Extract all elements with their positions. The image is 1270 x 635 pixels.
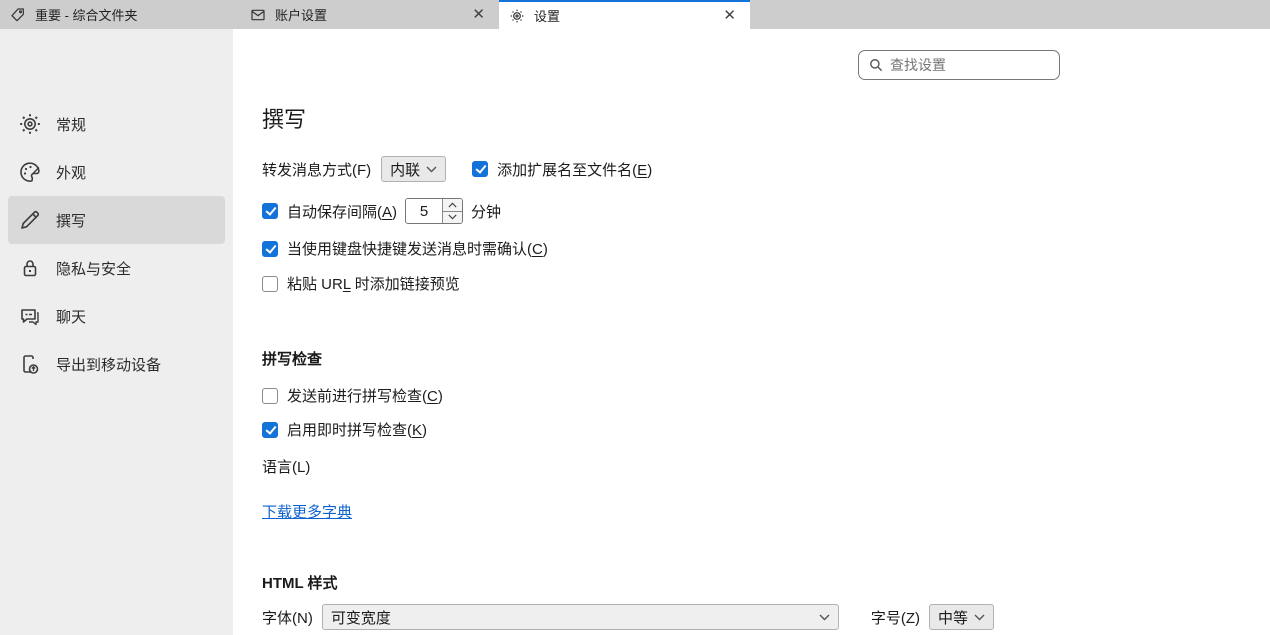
attach-extension-label: 添加扩展名至文件名(E) [497, 159, 652, 180]
sidebar-item-export-mobile[interactable]: 导出到移动设备 [8, 340, 225, 388]
font-select-value: 可变宽度 [331, 607, 391, 628]
gear-icon [18, 112, 42, 136]
forward-mode-label: 转发消息方式(F) [262, 159, 371, 180]
spellcheck-before-send-checkbox[interactable]: 发送前进行拼写检查(C) [262, 385, 443, 406]
autosave-checkbox[interactable]: 自动保存间隔(A) [262, 201, 397, 222]
sidebar-item-chat[interactable]: 聊天 [8, 292, 225, 340]
palette-icon [18, 160, 42, 184]
gear-icon [509, 8, 525, 24]
chevron-down-icon [974, 614, 985, 621]
spin-up-button[interactable] [443, 199, 462, 212]
sidebar-item-label: 导出到移动设备 [56, 354, 161, 375]
page-title: 撰写 [262, 105, 1270, 135]
phone-export-icon [18, 352, 42, 376]
checkbox-unchecked[interactable] [262, 276, 278, 292]
sidebar-item-label: 聊天 [56, 306, 86, 327]
autosave-label: 自动保存间隔(A) [287, 201, 397, 222]
tab-folder[interactable]: 重要 - 综合文件夹 [0, 0, 240, 29]
pencil-icon [18, 208, 42, 232]
spellcheck-section-title: 拼写检查 [262, 348, 1270, 369]
sidebar-item-appearance[interactable]: 外观 [8, 148, 225, 196]
language-label: 语言(L) [262, 456, 310, 477]
font-select[interactable]: 可变宽度 [322, 604, 839, 630]
tab-bar: 重要 - 综合文件夹 账户设置 ✕ 设置 ✕ [0, 0, 1270, 29]
attach-extension-checkbox[interactable]: 添加扩展名至文件名(E) [472, 159, 652, 180]
autosave-interval-stepper[interactable] [405, 198, 463, 224]
sidebar-item-general[interactable]: 常规 [8, 100, 225, 148]
checkbox-unchecked[interactable] [262, 388, 278, 404]
chevron-down-icon [819, 614, 830, 621]
sidebar-item-label: 常规 [56, 114, 86, 135]
sidebar-item-composition[interactable]: 撰写 [8, 196, 225, 244]
search-icon [869, 58, 883, 72]
chevron-down-icon [448, 214, 457, 220]
sidebar-item-label: 隐私与安全 [56, 258, 131, 279]
close-icon[interactable]: ✕ [468, 7, 489, 22]
settings-search[interactable] [858, 50, 1060, 80]
inline-spellcheck-label: 启用即时拼写检查(K) [287, 419, 427, 440]
tab-account-settings[interactable]: 账户设置 ✕ [240, 0, 499, 29]
inline-spellcheck-checkbox[interactable]: 启用即时拼写检查(K) [262, 419, 427, 440]
autosave-interval-input[interactable] [406, 199, 442, 223]
checkbox-checked[interactable] [262, 422, 278, 438]
tag-icon [10, 7, 26, 23]
spin-down-button[interactable] [443, 212, 462, 224]
confirm-shortcut-checkbox[interactable]: 当使用键盘快捷键发送消息时需确认(C) [262, 238, 548, 259]
checkbox-checked[interactable] [472, 161, 488, 177]
chevron-up-icon [448, 202, 457, 208]
spellcheck-before-send-label: 发送前进行拼写检查(C) [287, 385, 443, 406]
settings-sidebar: 常规 外观 撰写 [0, 29, 233, 635]
sidebar-item-privacy[interactable]: 隐私与安全 [8, 244, 225, 292]
autosave-unit-label: 分钟 [471, 201, 501, 222]
forward-mode-value: 内联 [390, 159, 420, 180]
html-style-section-title: HTML 样式 [262, 572, 1270, 593]
tab-label: 账户设置 [275, 5, 459, 24]
sidebar-item-label: 外观 [56, 162, 86, 183]
font-size-label: 字号(Z) [871, 607, 920, 628]
spinner-buttons [442, 199, 462, 223]
mail-icon [250, 7, 266, 23]
sidebar-item-label: 撰写 [56, 210, 86, 231]
tabbar-spacer [750, 0, 1270, 29]
chat-icon [18, 304, 42, 328]
paste-url-preview-label: 粘贴 URL 时添加链接预览 [287, 273, 460, 294]
lock-icon [18, 256, 42, 280]
checkbox-checked[interactable] [262, 241, 278, 257]
settings-main-pane: 撰写 转发消息方式(F) 内联 添加扩展名至文件名(E) 自动保存间隔(A) [233, 29, 1270, 635]
tab-settings-active[interactable]: 设置 ✕ [499, 0, 750, 29]
chevron-down-icon [426, 166, 437, 173]
search-input[interactable] [890, 57, 1049, 73]
close-icon[interactable]: ✕ [719, 8, 740, 23]
download-dictionaries-link[interactable]: 下载更多字典 [262, 501, 352, 522]
forward-mode-select[interactable]: 内联 [381, 156, 446, 182]
font-size-select[interactable]: 中等 [929, 604, 994, 630]
sidebar-item-account-settings[interactable]: 账户设置 [8, 625, 225, 635]
font-size-select-value: 中等 [938, 607, 968, 628]
tab-label: 重要 - 综合文件夹 [35, 5, 230, 24]
checkbox-checked[interactable] [262, 203, 278, 219]
paste-url-preview-checkbox[interactable]: 粘贴 URL 时添加链接预览 [262, 273, 460, 294]
font-label: 字体(N) [262, 607, 313, 628]
confirm-shortcut-label: 当使用键盘快捷键发送消息时需确认(C) [287, 238, 548, 259]
tab-label: 设置 [534, 6, 710, 25]
